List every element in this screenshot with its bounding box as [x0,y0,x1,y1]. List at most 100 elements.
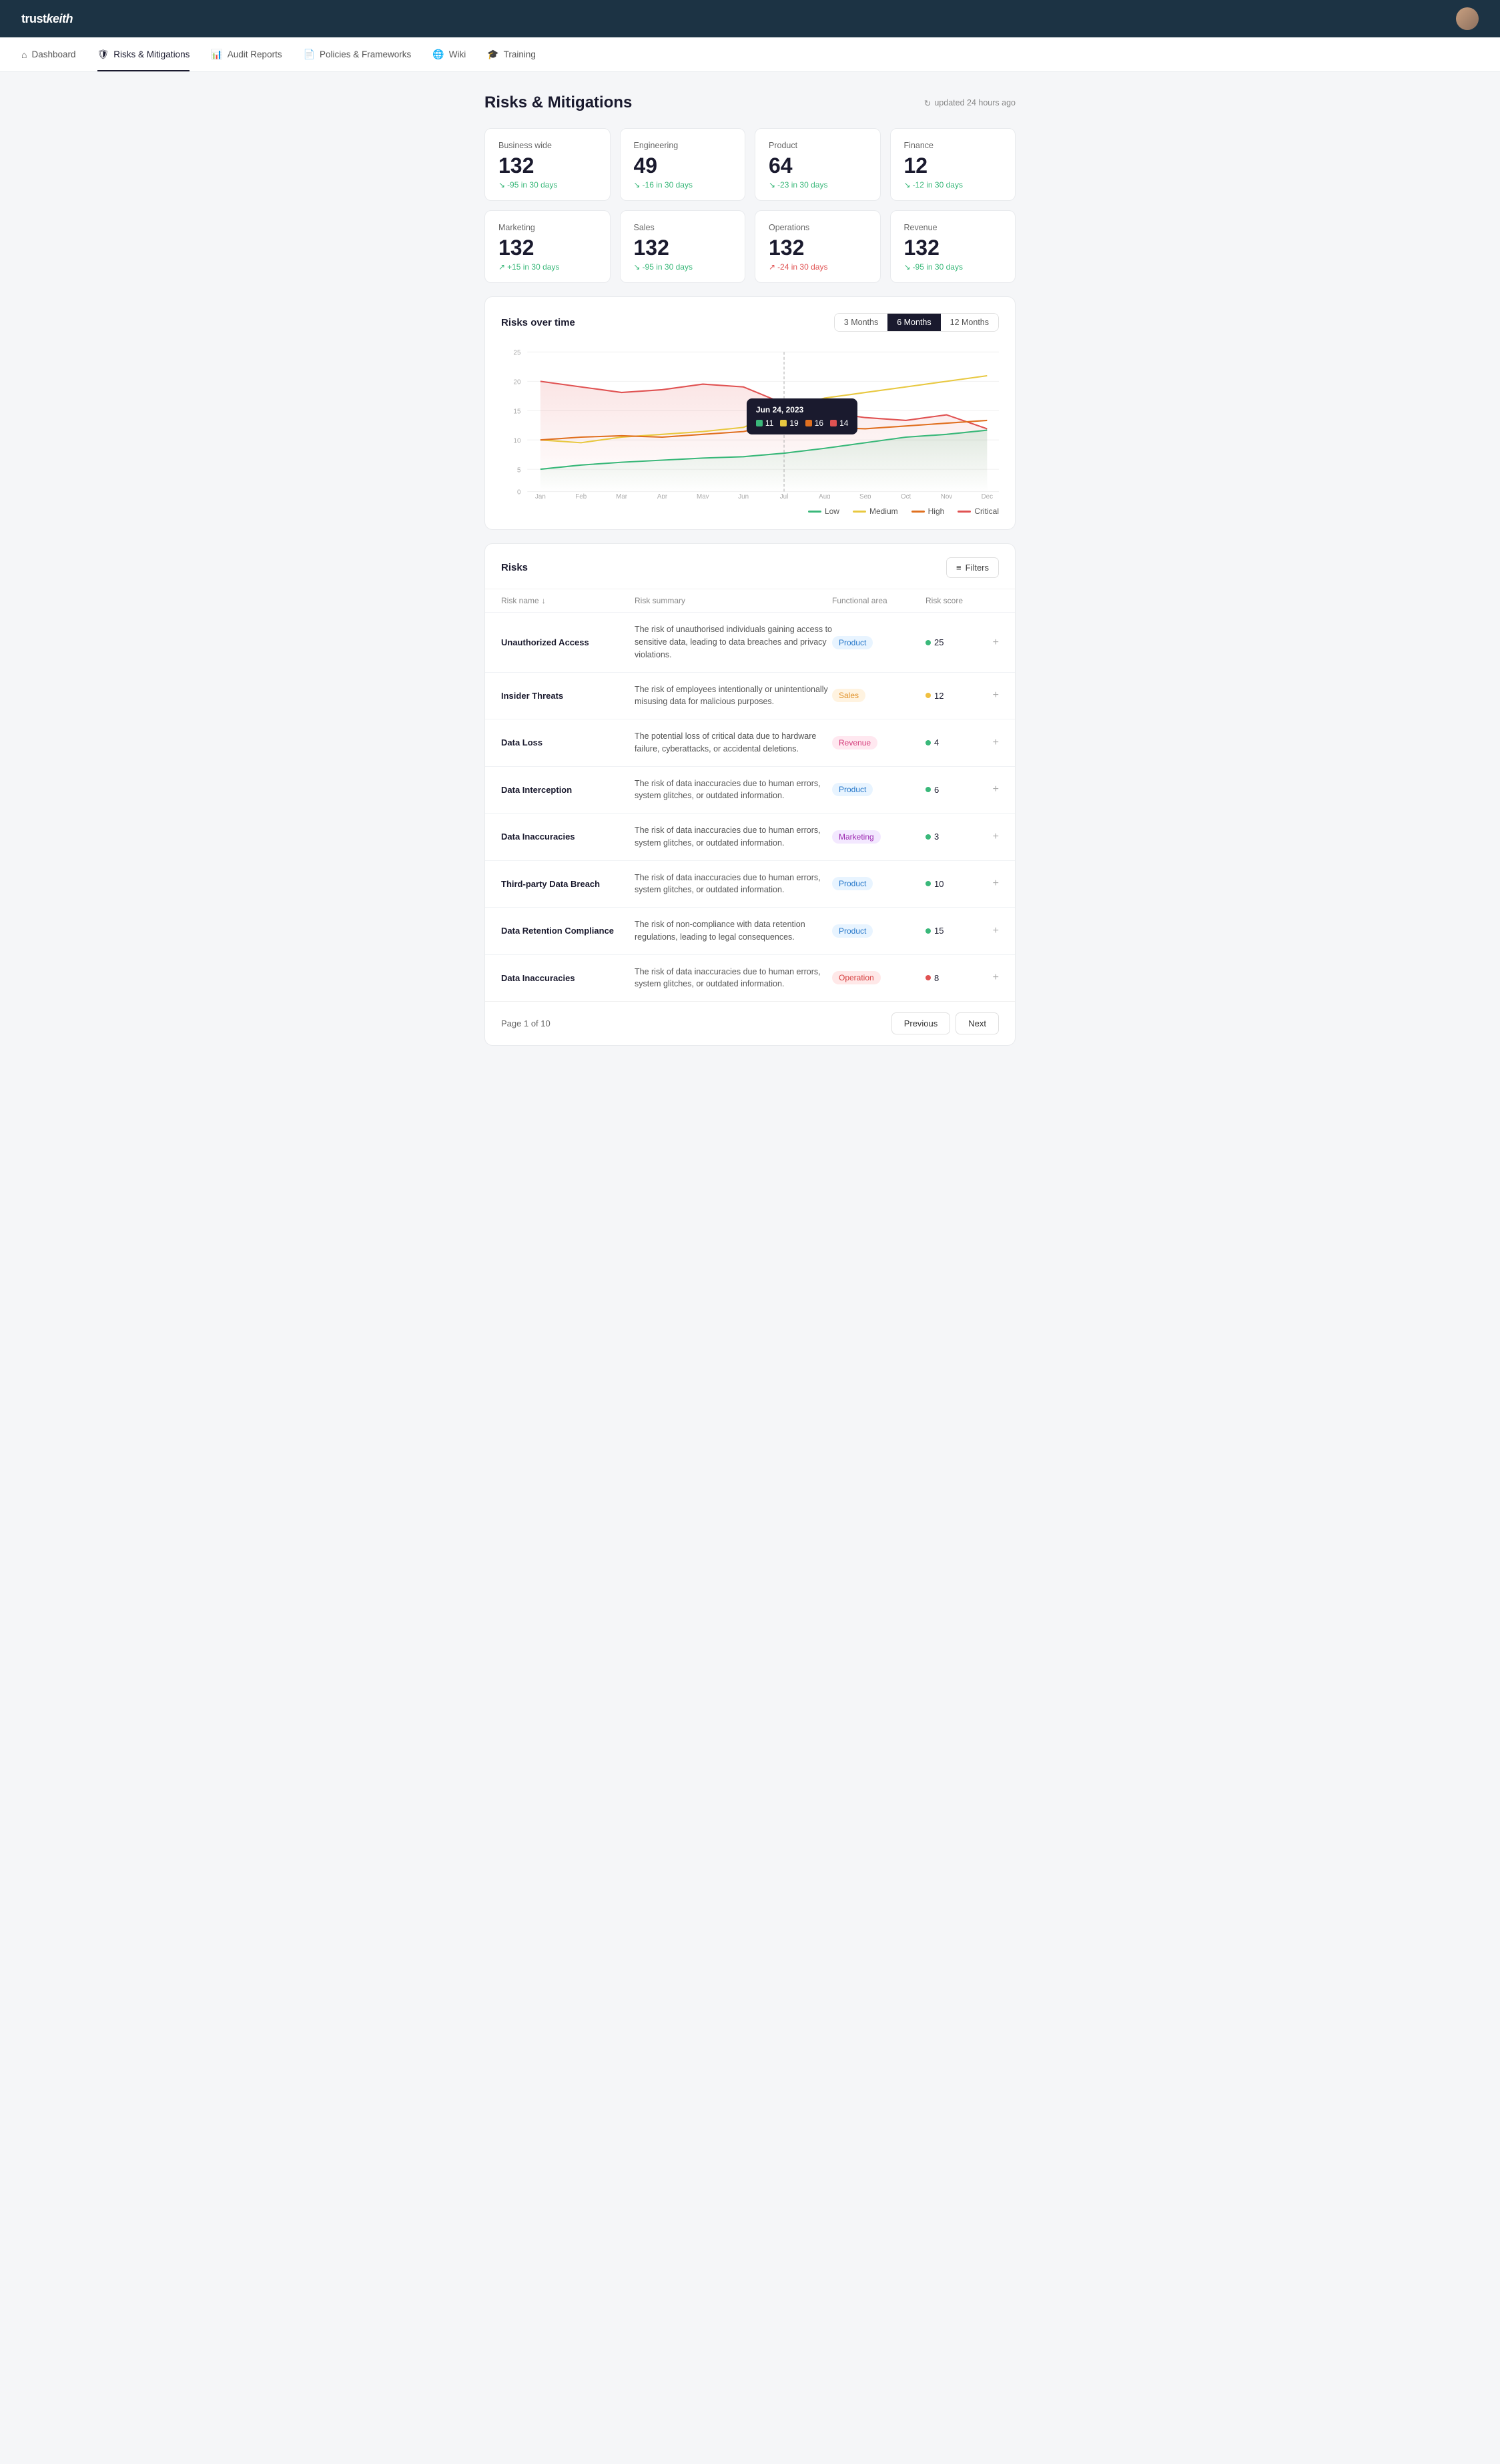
col-risk-summary: Risk summary [635,596,832,605]
table-row: Unauthorized Access The risk of unauthor… [485,612,1015,671]
stat-value: 12 [904,154,1002,178]
btn-3months[interactable]: 3 Months [835,314,887,331]
shield-icon: 🛡 [97,49,109,60]
nav-dashboard[interactable]: ⌂ Dashboard [21,37,76,71]
risk-score: 6 [925,785,939,795]
nav-risks[interactable]: 🛡 Risks & Mitigations [97,37,190,71]
stat-card-product: Product 64 ↘ -23 in 30 days [755,128,881,201]
functional-badge: Product [832,636,873,649]
stat-card-finance: Finance 12 ↘ -12 in 30 days [890,128,1016,201]
col-risk-name: Risk name ↓ [501,596,635,605]
sort-icon[interactable]: ↓ [542,596,546,605]
change-text: -23 in 30 days [777,180,827,190]
nav-wiki[interactable]: 🌐 Wiki [432,37,466,71]
chart-svg: 25 20 15 10 5 0 Jan Feb Mar Apr May Jun … [501,345,999,499]
svg-text:Nov: Nov [941,493,953,499]
table-body: Unauthorized Access The risk of unauthor… [485,612,1015,1001]
updated-status: ↻ updated 24 hours ago [924,98,1016,108]
change-text: -12 in 30 days [913,180,963,190]
avatar-image [1456,7,1479,30]
nav-audit[interactable]: 📊 Audit Reports [211,37,282,71]
risk-summary: The risk of unauthorised individuals gai… [635,623,832,661]
score-dot [925,881,931,886]
risk-score-cell: 3 + [925,831,999,843]
stat-label: Engineering [634,141,732,150]
chart-legend: Low Medium High Critical [501,507,999,516]
btn-6months[interactable]: 6 Months [887,314,940,331]
functional-area: Product [832,924,925,938]
risk-score-cell: 6 + [925,784,999,796]
stat-label: Sales [634,223,732,232]
table-row: Data Inaccuracies The risk of data inacc… [485,813,1015,860]
score-value: 10 [934,879,944,889]
add-risk-button[interactable]: + [993,737,999,749]
time-buttons: 3 Months 6 Months 12 Months [834,313,999,332]
next-button[interactable]: Next [956,1012,999,1034]
change-text: -95 in 30 days [507,180,557,190]
stat-card-operations: Operations 132 ↗ -24 in 30 days [755,210,881,283]
legend-low: Low [808,507,839,516]
score-value: 15 [934,926,944,936]
table-row: Data Retention Compliance The risk of no… [485,907,1015,954]
add-risk-button[interactable]: + [993,878,999,890]
legend-critical-color [958,511,971,513]
stat-label: Revenue [904,223,1002,232]
globe-icon: 🌐 [432,49,444,60]
table-row: Data Inaccuracies The risk of data inacc… [485,954,1015,1002]
score-value: 6 [934,785,939,795]
chart-area: 25 20 15 10 5 0 Jan Feb Mar Apr May Jun … [501,345,999,499]
legend-high-label: High [928,507,945,516]
risks-header: Risks ≡ Filters [485,544,1015,589]
risk-score-cell: 12 + [925,689,999,701]
avatar[interactable] [1456,7,1479,30]
add-risk-button[interactable]: + [993,784,999,796]
risk-score: 8 [925,973,939,983]
pagination: Page 1 of 10 Previous Next [485,1001,1015,1045]
svg-text:Jun: Jun [738,493,749,499]
add-risk-button[interactable]: + [993,831,999,843]
stat-change: ↗ -24 in 30 days [769,262,867,272]
stat-value: 132 [498,154,597,178]
risk-score-cell: 8 + [925,972,999,984]
score-dot [925,740,931,745]
filters-label: Filters [966,563,989,573]
functional-area: Operation [832,971,925,984]
svg-text:Mar: Mar [616,493,627,499]
filters-button[interactable]: ≡ Filters [946,557,999,578]
add-risk-button[interactable]: + [993,972,999,984]
risk-score: 12 [925,691,944,701]
previous-button[interactable]: Previous [891,1012,951,1034]
stat-label: Marketing [498,223,597,232]
nav-training-label: Training [504,49,536,59]
svg-text:Dec: Dec [982,493,993,499]
risk-score-cell: 25 + [925,637,999,649]
functional-area: Product [832,877,925,890]
nav-wiki-label: Wiki [449,49,466,59]
svg-text:Apr: Apr [657,493,668,499]
functional-area: Sales [832,689,925,702]
change-arrow: ↗ [769,262,775,272]
change-arrow: ↘ [904,180,911,190]
nav-policies[interactable]: 📄 Policies & Frameworks [304,37,412,71]
stat-change: ↘ -23 in 30 days [769,180,867,190]
change-arrow: ↘ [904,262,911,272]
home-icon: ⌂ [21,49,27,60]
change-arrow: ↘ [634,262,641,272]
add-risk-button[interactable]: + [993,925,999,937]
add-risk-button[interactable]: + [993,637,999,649]
updated-label: updated 24 hours ago [934,98,1016,107]
col-functional-area: Functional area [832,596,925,605]
stat-value: 132 [904,236,1002,260]
change-arrow: ↗ [498,262,505,272]
risk-summary: The potential loss of critical data due … [635,730,832,755]
btn-12months[interactable]: 12 Months [941,314,998,331]
page-content: Risks & Mitigations ↻ updated 24 hours a… [463,72,1037,1072]
legend-critical: Critical [958,507,999,516]
nav-training[interactable]: 🎓 Training [487,37,536,71]
stat-change: ↘ -95 in 30 days [904,262,1002,272]
risk-name: Data Loss [501,737,635,747]
risk-summary: The risk of data inaccuracies due to hum… [635,778,832,803]
stat-card-business-wide: Business wide 132 ↘ -95 in 30 days [484,128,611,201]
stat-change: ↘ -95 in 30 days [498,180,597,190]
add-risk-button[interactable]: + [993,689,999,701]
